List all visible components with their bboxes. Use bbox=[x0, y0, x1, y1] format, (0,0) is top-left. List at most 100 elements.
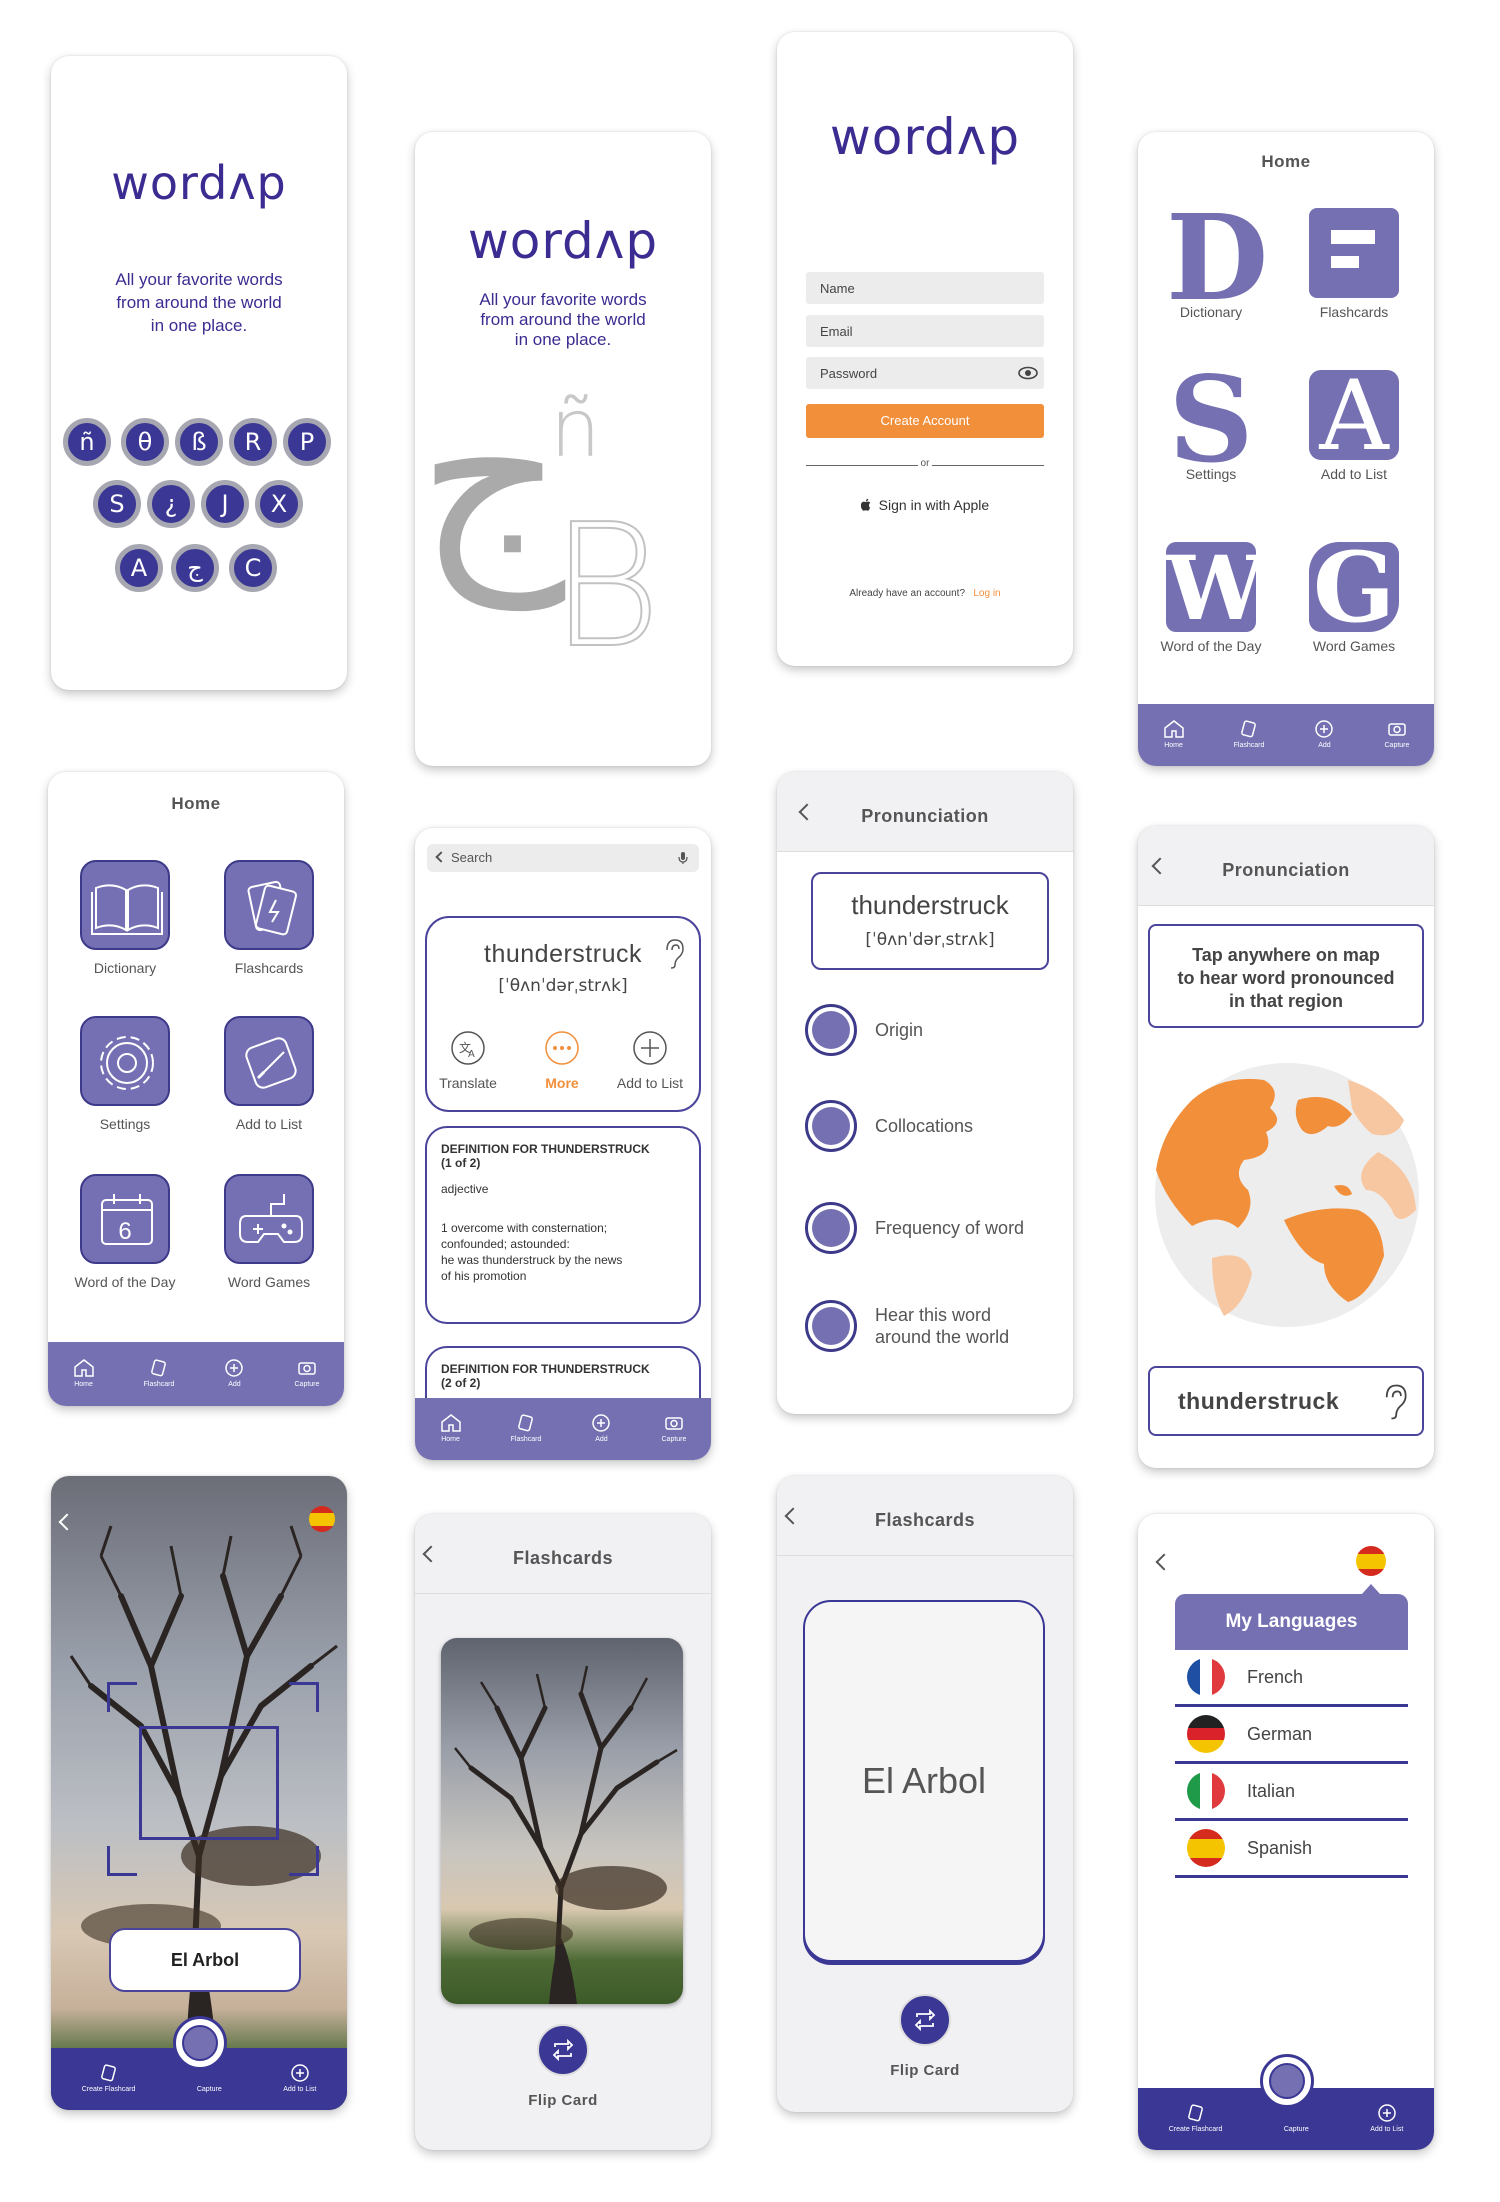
option-collocations[interactable]: Collocations bbox=[805, 1100, 973, 1152]
dropdown-pointer bbox=[1362, 1584, 1380, 1594]
add-to-list-button[interactable]: Add to List bbox=[605, 1030, 695, 1091]
app-logo: wordʌp bbox=[467, 212, 659, 270]
search-bar[interactable]: Search bbox=[427, 844, 699, 872]
language-row-spanish[interactable]: Spanish bbox=[1175, 1821, 1408, 1878]
language-row-german[interactable]: German bbox=[1175, 1707, 1408, 1764]
app-logo: wordʌp bbox=[111, 156, 287, 210]
shutter-button[interactable] bbox=[1260, 2054, 1314, 2108]
tab-create-flashcard[interactable]: Create Flashcard bbox=[1169, 2103, 1222, 2135]
flashcard-photo[interactable] bbox=[441, 1638, 683, 2004]
translate-button[interactable]: 文A Translate bbox=[433, 1030, 503, 1091]
tab-home[interactable]: Home bbox=[440, 1413, 462, 1445]
tile-flashcards[interactable]: Flashcards bbox=[1299, 208, 1409, 320]
spain-flag-icon[interactable] bbox=[309, 1506, 335, 1532]
flashcard[interactable]: El Arbol bbox=[803, 1600, 1045, 1962]
gamepad-icon[interactable] bbox=[224, 1174, 314, 1264]
ear-icon[interactable] bbox=[663, 938, 685, 970]
flip-card-label: Flip Card bbox=[528, 2092, 598, 2109]
word-title: thunderstruck bbox=[851, 890, 1009, 920]
definition-title: DEFINITION FOR THUNDERSTRUCK bbox=[441, 1362, 650, 1376]
letter-bubble: R bbox=[229, 418, 277, 466]
more-icon bbox=[545, 1031, 579, 1065]
option-hear-around-world[interactable]: Hear this word around the world bbox=[805, 1300, 1009, 1352]
eye-icon[interactable] bbox=[1018, 366, 1038, 380]
flip-card-button[interactable] bbox=[899, 1994, 951, 2046]
create-account-button[interactable]: Create Account bbox=[806, 404, 1044, 438]
more-button[interactable]: More bbox=[527, 1030, 597, 1091]
signup-screen: wordʌp Name Email Password Create Accoun… bbox=[777, 32, 1073, 666]
radio-button[interactable] bbox=[805, 1300, 857, 1352]
ear-icon[interactable] bbox=[1382, 1382, 1408, 1422]
tab-home[interactable]: Home bbox=[1163, 719, 1185, 751]
capture-icon bbox=[1388, 723, 1406, 736]
tab-capture[interactable]: Capture bbox=[295, 1358, 319, 1390]
login-prompt: Already have an account? Log in bbox=[849, 588, 1001, 599]
dictionary-screen: Search thunderstruck [ˈθʌnˈdərˌstrʌk] 文A… bbox=[415, 828, 711, 1460]
tab-capture[interactable]: Capture bbox=[662, 1413, 686, 1445]
radio-button[interactable] bbox=[805, 1004, 857, 1056]
radio-button[interactable] bbox=[805, 1202, 857, 1254]
option-frequency[interactable]: Frequency of word bbox=[805, 1202, 1024, 1254]
flashcard-icon bbox=[100, 2064, 116, 2082]
tile-word-of-the-day[interactable]: W Word of the Day bbox=[1146, 542, 1276, 654]
tab-bar: Home Flashcard Add Capture bbox=[48, 1342, 344, 1406]
flip-card-button[interactable] bbox=[537, 2024, 589, 2076]
splash-screen-2: wordʌp All your favorite words from aroun… bbox=[415, 132, 711, 766]
word-card[interactable]: thunderstruck bbox=[1148, 1366, 1424, 1436]
radio-button[interactable] bbox=[805, 1100, 857, 1152]
definition-title: DEFINITION FOR THUNDERSTRUCK bbox=[441, 1142, 650, 1156]
gear-icon[interactable] bbox=[80, 1016, 170, 1106]
add-icon bbox=[290, 2064, 309, 2082]
spain-flag-icon bbox=[1187, 1829, 1225, 1867]
language-row-french[interactable]: French bbox=[1175, 1650, 1408, 1707]
letter-bubble: ñ bbox=[63, 418, 111, 466]
tile-add-to-list[interactable]: A Add to List bbox=[1299, 368, 1409, 482]
login-link[interactable]: Log in bbox=[973, 588, 1000, 599]
flip-icon bbox=[552, 2038, 574, 2062]
tab-flashcard[interactable]: Flashcard bbox=[144, 1358, 174, 1390]
tab-flashcard[interactable]: Flashcard bbox=[511, 1413, 541, 1445]
letter-bubble: P bbox=[283, 418, 331, 466]
divider bbox=[932, 465, 1044, 466]
calendar-icon[interactable]: 6 bbox=[80, 1174, 170, 1264]
option-origin[interactable]: Origin bbox=[805, 1004, 923, 1056]
flashcards-icon[interactable] bbox=[224, 860, 314, 950]
home-screen-icons: Home Dictionary Flashcards Settings Add … bbox=[48, 772, 344, 1406]
password-field[interactable]: Password bbox=[806, 357, 1044, 389]
tab-add[interactable]: Add bbox=[1313, 719, 1335, 751]
languages-header: My Languages bbox=[1175, 1594, 1408, 1650]
microphone-icon[interactable] bbox=[678, 851, 688, 865]
add-to-list-icon[interactable] bbox=[224, 1016, 314, 1106]
plus-circle-icon bbox=[633, 1031, 667, 1065]
flashcard-photo-screen: Flashcards Flip Card bbox=[415, 1514, 711, 2150]
tile-settings[interactable]: S Settings bbox=[1156, 361, 1266, 483]
email-field[interactable]: Email bbox=[806, 315, 1044, 347]
tab-add-to-list[interactable]: Add to List bbox=[283, 2063, 316, 2095]
tab-add[interactable]: Add bbox=[590, 1413, 612, 1445]
part-of-speech: adjective bbox=[441, 1182, 489, 1196]
languages-screen: My Languages French German Italian Spani… bbox=[1138, 1514, 1434, 2150]
language-row-italian[interactable]: Italian bbox=[1175, 1764, 1408, 1821]
globe-map[interactable] bbox=[1152, 1060, 1422, 1330]
tab-add-to-list[interactable]: Add to List bbox=[1370, 2103, 1403, 2135]
book-icon[interactable] bbox=[80, 860, 170, 950]
name-field[interactable]: Name bbox=[806, 272, 1044, 304]
tile-word-games[interactable]: G Word Games bbox=[1299, 540, 1409, 654]
divider bbox=[806, 465, 918, 466]
tagline: All your favorite words from around the w… bbox=[115, 270, 283, 335]
tab-create-flashcard[interactable]: Create Flashcard bbox=[82, 2063, 135, 2095]
letter-bubble: S bbox=[93, 480, 141, 528]
home-icon bbox=[73, 1359, 94, 1377]
tile-dictionary[interactable]: D Dictionary bbox=[1156, 199, 1268, 321]
back-chevron-icon[interactable] bbox=[1155, 1553, 1173, 1571]
label-bubble[interactable]: El Arbol bbox=[109, 1928, 301, 1992]
shutter-button[interactable] bbox=[173, 2016, 227, 2070]
tab-home[interactable]: Home bbox=[73, 1358, 95, 1390]
search-input[interactable]: Search bbox=[451, 850, 492, 865]
tab-flashcard[interactable]: Flashcard bbox=[1234, 719, 1264, 751]
apple-signin-button[interactable]: Sign in with Apple bbox=[806, 497, 1044, 513]
letter-bubble: A bbox=[115, 544, 163, 592]
spain-flag-icon[interactable] bbox=[1356, 1546, 1386, 1576]
tab-add[interactable]: Add bbox=[223, 1358, 245, 1390]
tab-capture[interactable]: Capture bbox=[1385, 719, 1409, 751]
